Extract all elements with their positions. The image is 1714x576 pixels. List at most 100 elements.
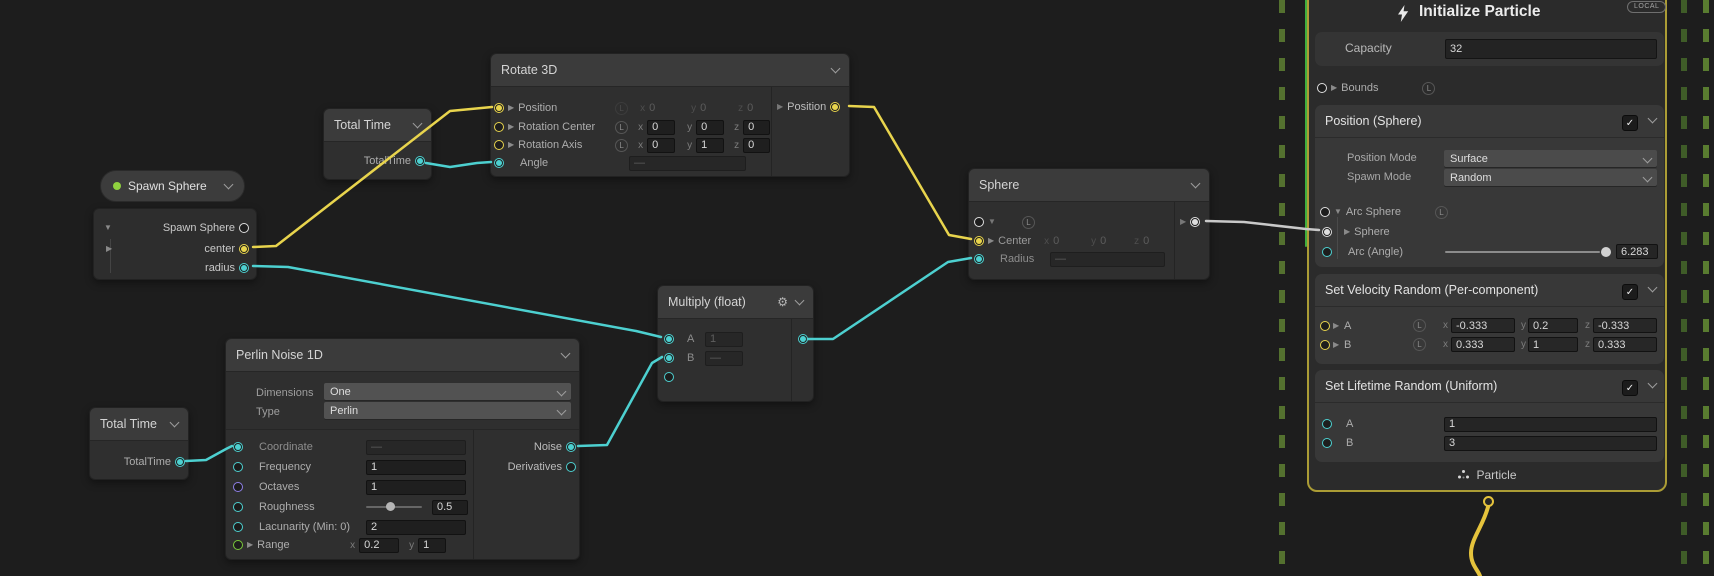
lacunarity-input[interactable]: 2	[366, 520, 466, 535]
velocity-b-port[interactable]	[1320, 340, 1330, 350]
gear-icon[interactable]: ⚙	[777, 295, 788, 309]
expander-collapsed-icon[interactable]: ▶	[508, 141, 514, 149]
velocity-a-y-input[interactable]: 0.2	[1528, 318, 1578, 333]
expander-collapsed-icon[interactable]: ▶	[247, 541, 253, 549]
expander-collapsed-icon[interactable]: ▶	[988, 237, 994, 245]
chevron-down-icon[interactable]	[1648, 283, 1658, 293]
edge-radius-to-multiply-a[interactable]	[253, 266, 661, 337]
expander-expanded-icon[interactable]: ▼	[988, 218, 996, 226]
multiply-extra-port[interactable]	[664, 372, 674, 382]
roughness-input[interactable]: 0.5	[432, 500, 468, 515]
arc-angle-slider-knob[interactable]	[1601, 247, 1611, 257]
velocity-a-x-input[interactable]: -0.333	[1451, 318, 1515, 333]
position-input-port[interactable]	[494, 103, 504, 113]
spawn-sphere-node-body[interactable]: ▼ ▶ Spawn Sphere center radius	[93, 208, 257, 280]
expander-collapsed-icon[interactable]: ▶	[1331, 84, 1337, 92]
flow-edge-initialize-out[interactable]	[1471, 507, 1488, 576]
rotation-center-x-input[interactable]: 0	[647, 120, 675, 135]
noise-output-port[interactable]	[566, 442, 576, 452]
velocity-a-port[interactable]	[1320, 321, 1330, 331]
chevron-down-icon[interactable]	[1648, 114, 1658, 124]
coordinate-port[interactable]	[233, 442, 243, 452]
lacunarity-port[interactable]	[233, 522, 243, 532]
multiply-node[interactable]: Multiply (float) ⚙ A 1 B —	[657, 285, 814, 402]
local-space-icon[interactable]: L	[1022, 216, 1035, 229]
local-space-icon[interactable]: L	[615, 139, 628, 152]
position-mode-dropdown[interactable]: Surface	[1444, 150, 1657, 167]
perlin-noise-node[interactable]: Perlin Noise 1D Dimensions One Type Perl…	[225, 338, 580, 560]
roughness-slider[interactable]	[366, 499, 422, 515]
sphere-input-port[interactable]	[1322, 227, 1332, 237]
range-y-input[interactable]: 1	[418, 538, 446, 553]
frequency-input[interactable]: 1	[366, 460, 466, 475]
multiply-output-port[interactable]	[798, 334, 808, 344]
chevron-down-icon[interactable]	[1648, 379, 1658, 389]
initialize-flow-output-port[interactable]	[1483, 496, 1494, 507]
local-space-icon[interactable]: L	[1435, 206, 1448, 219]
rotation-axis-x-input[interactable]: 0	[647, 138, 675, 153]
range-x-input[interactable]: 0.2	[359, 538, 399, 553]
initialize-particle-context[interactable]: Initialize Particle LOCAL Capacity 32 ▶ …	[1307, 0, 1667, 492]
lifetime-b-input[interactable]: 3	[1444, 436, 1657, 451]
total-time-node-bottom[interactable]: Total Time TotalTime	[89, 407, 189, 480]
frequency-port[interactable]	[233, 462, 243, 472]
arc-angle-input[interactable]: 6.283	[1616, 244, 1658, 259]
position-output-port[interactable]	[830, 102, 840, 112]
vfx-graph-canvas[interactable]: Initialize Particle LOCAL Capacity 32 ▶ …	[0, 0, 1714, 576]
edge-rotate-to-sphere-center[interactable]	[849, 106, 971, 239]
sphere-node[interactable]: Sphere ▼ L ▶ Center x 0 y 0 z 0 Radius —…	[968, 168, 1210, 280]
node-title-bar[interactable]: Multiply (float) ⚙	[658, 286, 813, 319]
space-badge-local[interactable]: LOCAL	[1627, 1, 1666, 13]
lifetime-b-port[interactable]	[1322, 438, 1332, 448]
chevron-down-icon[interactable]	[413, 119, 423, 129]
block-set-lifetime-random[interactable]: Set Lifetime Random (Uniform) A 1 B 3	[1315, 370, 1664, 462]
arc-angle-slider[interactable]	[1445, 251, 1600, 253]
context-title[interactable]: Initialize Particle	[1419, 3, 1540, 21]
arc-sphere-port[interactable]	[1320, 207, 1330, 217]
roughness-slider-knob[interactable]	[386, 502, 395, 511]
multiply-a-port[interactable]	[664, 334, 674, 344]
rotation-center-z-input[interactable]: 0	[743, 120, 770, 135]
velocity-a-z-input[interactable]: -0.333	[1593, 318, 1657, 333]
octaves-input[interactable]: 1	[366, 480, 466, 495]
expander-expanded-icon[interactable]: ▼	[1334, 208, 1342, 216]
block-set-velocity-random[interactable]: Set Velocity Random (Per-component) ▶ A …	[1315, 274, 1664, 364]
totaltime-output-port[interactable]	[415, 156, 425, 166]
block-enabled-checkbox[interactable]	[1622, 115, 1638, 131]
roughness-port[interactable]	[233, 502, 243, 512]
center-input-port[interactable]	[974, 236, 984, 246]
velocity-b-x-input[interactable]: 0.333	[1451, 337, 1515, 352]
totaltime-output-port[interactable]	[175, 457, 185, 467]
sphere-output-port[interactable]	[1190, 217, 1200, 227]
node-title-bar[interactable]: Sphere	[969, 169, 1209, 202]
edge-multiply-to-sphere-radius[interactable]	[808, 258, 971, 339]
angle-input-port[interactable]	[494, 158, 504, 168]
local-space-icon[interactable]: L	[1413, 338, 1426, 351]
dimensions-dropdown[interactable]: One	[324, 383, 571, 400]
rotation-axis-port[interactable]	[494, 140, 504, 150]
chevron-down-icon[interactable]	[224, 180, 234, 190]
type-dropdown[interactable]: Perlin	[324, 402, 571, 419]
capacity-input[interactable]: 32	[1445, 39, 1657, 59]
spawn-sphere-node-pill[interactable]: Spawn Sphere	[100, 170, 245, 202]
local-space-icon[interactable]: L	[1422, 82, 1435, 95]
velocity-b-y-input[interactable]: 1	[1528, 337, 1578, 352]
total-time-node-top[interactable]: Total Time TotalTime	[323, 108, 432, 180]
block-position-sphere[interactable]: Position (Sphere) Position Mode Surface …	[1315, 105, 1664, 267]
chevron-down-icon[interactable]	[561, 349, 571, 359]
radius-input-port[interactable]	[974, 254, 984, 264]
node-title-bar[interactable]: Total Time	[324, 109, 431, 142]
derivatives-output-port[interactable]	[566, 462, 576, 472]
node-title-bar[interactable]: Rotate 3D	[491, 54, 849, 87]
chevron-down-icon[interactable]	[795, 296, 805, 306]
sphere-root-port[interactable]	[974, 217, 984, 227]
rotation-center-port[interactable]	[494, 122, 504, 132]
local-space-icon[interactable]: L	[1413, 319, 1426, 332]
node-title-bar[interactable]: Perlin Noise 1D	[226, 339, 579, 372]
chevron-down-icon[interactable]	[1191, 179, 1201, 189]
expander-collapsed-icon[interactable]: ▶	[1333, 322, 1339, 330]
octaves-port[interactable]	[233, 482, 243, 492]
chevron-down-icon[interactable]	[831, 64, 841, 74]
rotation-center-y-input[interactable]: 0	[696, 120, 724, 135]
center-output-port[interactable]	[239, 244, 249, 254]
